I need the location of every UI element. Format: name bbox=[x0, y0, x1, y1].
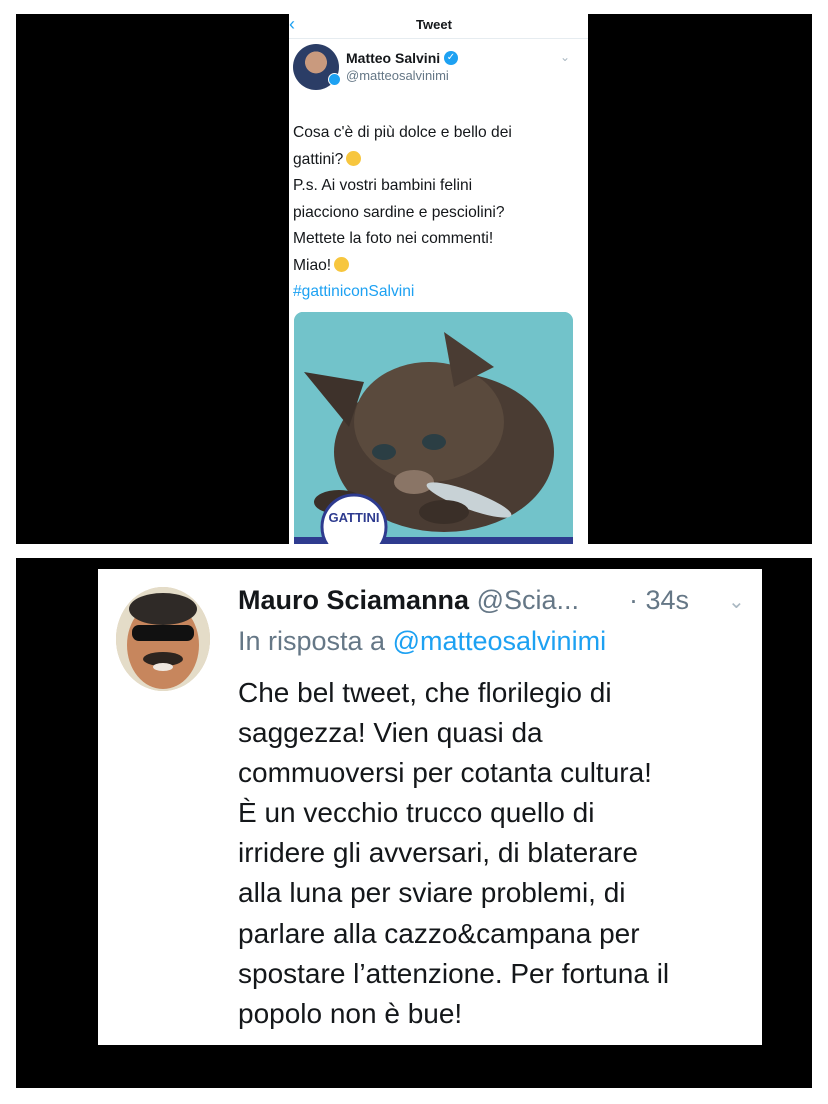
in-reply-to: In risposta a @matteosalvinimi bbox=[238, 626, 606, 657]
author-avatar[interactable] bbox=[293, 44, 341, 90]
chevron-down-icon[interactable]: ⌄ bbox=[560, 50, 570, 64]
reply-text-line: parlare alla cazzo&campana per bbox=[238, 917, 640, 949]
tweet-navbar: ‹ Tweet bbox=[289, 14, 588, 39]
tweet-text-line: Mettete la foto nei commenti! bbox=[293, 230, 494, 247]
author-name[interactable]: Matteo Salvini bbox=[346, 50, 440, 66]
chevron-down-icon[interactable]: ⌄ bbox=[728, 589, 745, 614]
reply-tweet[interactable]: Mauro Sciamanna @Scia... · 34s ⌄ In risp… bbox=[98, 569, 762, 1045]
winking-face-emoji-icon bbox=[346, 150, 362, 166]
in-reply-prefix: In risposta a bbox=[238, 626, 386, 656]
reply-text-line: saggezza! Vien quasi da bbox=[238, 717, 543, 749]
tweet-text-line: gattini? bbox=[293, 150, 344, 168]
reply-timestamp[interactable]: · 34s bbox=[629, 585, 689, 616]
reply-author-avatar[interactable] bbox=[116, 587, 210, 691]
tweet-text-line: piacciono sardine e pesciolini? bbox=[293, 203, 505, 221]
tweet-text-line: P.s. Ai vostri bambini felini bbox=[293, 177, 473, 194]
reply-author-handle[interactable]: @Scia... bbox=[477, 585, 579, 615]
cat-face-emoji-icon bbox=[334, 256, 350, 272]
reply-text-line: commuoversi per cotanta cultura! bbox=[238, 757, 652, 789]
in-reply-mention-link[interactable]: @matteosalvinimi bbox=[393, 626, 606, 656]
tweet-text-line: Cosa c'è di più dolce e bello dei bbox=[293, 124, 512, 141]
tweet-screen: ‹ Tweet Matteo Salvini ✓ @matteosalvinim… bbox=[289, 14, 588, 544]
gattini-logo-text: GATTINI bbox=[328, 510, 379, 525]
tweet-image-kitten[interactable]: GATTINI bbox=[294, 312, 573, 544]
avatar-badge-icon bbox=[328, 73, 341, 86]
reply-text: Che bel tweet, che florilegio di saggezz… bbox=[238, 673, 748, 1034]
reply-author-name[interactable]: Mauro Sciamanna bbox=[238, 585, 469, 615]
reply-text-line: alla luna per sviare problemi, di bbox=[238, 877, 626, 909]
author-handle[interactable]: @matteosalvinimi bbox=[346, 68, 449, 83]
reply-text-line: popolo non è bue! bbox=[238, 997, 463, 1029]
reply-text-line: Che bel tweet, che florilegio di bbox=[238, 677, 612, 708]
tweet-text: Cosa c'è di più dolce e bello dei gattin… bbox=[293, 120, 583, 306]
tweet-text-line: Miao! bbox=[293, 256, 332, 274]
reply-text-line: spostare l’attenzione. Per fortuna il bbox=[238, 957, 670, 989]
reply-text-line: È un vecchio trucco quello di bbox=[238, 797, 595, 829]
verified-icon: ✓ bbox=[444, 51, 458, 65]
page-title: Tweet bbox=[416, 17, 452, 32]
hashtag-link[interactable]: #gattiniconSalvini bbox=[293, 279, 583, 306]
reply-text-line: irridere gli avversari, di blaterare bbox=[238, 837, 638, 869]
reply-header: Mauro Sciamanna @Scia... · 34s ⌄ bbox=[238, 585, 758, 619]
